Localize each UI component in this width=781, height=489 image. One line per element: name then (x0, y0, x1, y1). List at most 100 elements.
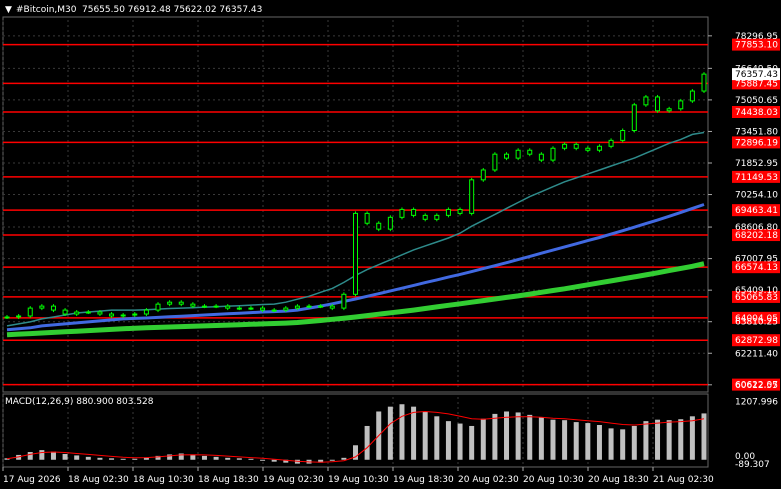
candle-body (353, 212, 358, 295)
macd-histogram-bar (109, 458, 115, 460)
macd-histogram-bar (492, 413, 498, 460)
macd-histogram-bar (527, 414, 533, 460)
candle-body (562, 143, 568, 149)
time-tick-label: 21 Aug 02:30 (653, 475, 714, 485)
candle-body (190, 303, 196, 307)
candle-body (608, 139, 614, 147)
candle-body (457, 208, 463, 214)
macd-histogram-bar (236, 458, 242, 460)
macd-histogram-bar (85, 456, 91, 460)
candle-body (120, 314, 126, 317)
macd-histogram-bar (248, 458, 254, 460)
candle-body (213, 305, 219, 308)
time-tick-label: 20 Aug 02:30 (458, 475, 519, 485)
price-tick-label: 70254.10 (735, 191, 778, 201)
price-tick-label: 65409.10 (735, 286, 778, 296)
level-label: 77853.10 (735, 41, 778, 51)
macd-histogram-bar (50, 451, 56, 460)
time-tick-label: 18 Aug 02:30 (68, 475, 129, 485)
candle-body (515, 149, 521, 159)
macd-histogram-bar (631, 425, 637, 460)
candle-body (167, 301, 173, 305)
macd-histogram-bar (608, 428, 614, 460)
price-tick-label: 67007.95 (735, 255, 778, 265)
candle-body (62, 309, 68, 315)
candle-body (27, 307, 33, 317)
time-tick-label: 20 Aug 18:30 (588, 475, 649, 485)
candle-body (329, 305, 335, 309)
candle-body (480, 169, 486, 181)
candle-body (97, 311, 103, 315)
macd-histogram-bar (585, 423, 591, 460)
macd-histogram-bar (387, 406, 393, 460)
chart-canvas[interactable]: 77853.10 75887.45 74438.03 72896.19 71149.53… (0, 0, 781, 489)
candle-body (585, 147, 591, 151)
candle-body (236, 307, 242, 310)
macd-histogram-bar (678, 419, 684, 460)
macd-histogram-bar (655, 419, 661, 460)
candle-body (469, 179, 475, 214)
candle-body (341, 293, 347, 309)
price-tick-label: 71852.95 (735, 159, 778, 169)
macd-histogram-bar (620, 429, 626, 460)
level-label: 62872.98 (735, 336, 778, 346)
price-tick-label: 75050.65 (735, 96, 778, 106)
candle-body (504, 153, 510, 159)
price-tick-label: 62211.40 (735, 349, 778, 359)
candle-body (306, 305, 312, 308)
candle-body (422, 214, 428, 220)
level-label: 69463.41 (735, 206, 778, 216)
macd-histogram-bar (562, 420, 568, 460)
price-tick-label: 78296.95 (735, 32, 778, 42)
symbol-dropdown-icon[interactable]: ▼ (5, 5, 12, 15)
macd-histogram-bar (62, 453, 68, 460)
time-tick-label: 19 Aug 18:30 (393, 475, 454, 485)
candle-body (109, 313, 115, 317)
candle-body (85, 311, 91, 314)
macd-histogram-bar (399, 404, 405, 460)
candle-body (155, 303, 161, 311)
candle-body (701, 73, 707, 92)
candle-body (527, 149, 533, 155)
candle-body (550, 147, 556, 161)
macd-histogram-bar (643, 421, 649, 460)
ohlc-readout: 75655.50 76912.48 75622.02 76357.43 (82, 5, 262, 15)
candle-body (643, 96, 649, 106)
macd-histogram-bar (411, 406, 417, 460)
macd-histogram-bar (27, 452, 33, 460)
candle-body (143, 309, 149, 315)
level-label: 75887.45 (735, 79, 778, 89)
macd-tick-label: -89.307 (735, 460, 770, 470)
macd-histogram-bar (271, 459, 277, 462)
macd-histogram-bar (213, 456, 219, 460)
macd-histogram-bar (573, 422, 579, 460)
price-tick-label: 68606.80 (735, 223, 778, 233)
candle-body (666, 108, 672, 112)
candle-body (492, 153, 498, 171)
macd-histogram-bar (39, 450, 45, 460)
macd-histogram-bar (550, 419, 556, 460)
macd-histogram-bar (689, 416, 695, 460)
time-tick-label: 17 Aug 2026 (3, 475, 61, 485)
macd-histogram-bar (74, 455, 80, 460)
candle-body (434, 214, 440, 220)
price-tick-label: 63810.25 (735, 318, 778, 328)
level-label: 71149.53 (735, 173, 778, 183)
macd-histogram-bar (329, 459, 335, 461)
candle-body (283, 307, 289, 311)
candle-body (74, 311, 80, 315)
macd-histogram-bar (666, 420, 672, 460)
macd-histogram-bar (504, 411, 510, 460)
macd-histogram-bar (341, 457, 347, 460)
macd-histogram-bar (538, 417, 544, 460)
candle-body (294, 305, 300, 309)
candle-body (596, 145, 602, 151)
candle-body (573, 143, 579, 149)
macd-histogram-bar (515, 412, 521, 460)
time-tick-label: 20 Aug 10:30 (523, 475, 584, 485)
macd-histogram-bar (201, 455, 207, 460)
macd-histogram-bar (596, 425, 602, 460)
current-price-label: 76357.43 (735, 70, 778, 80)
candle-body (620, 130, 626, 141)
macd-histogram-bar (422, 411, 428, 460)
